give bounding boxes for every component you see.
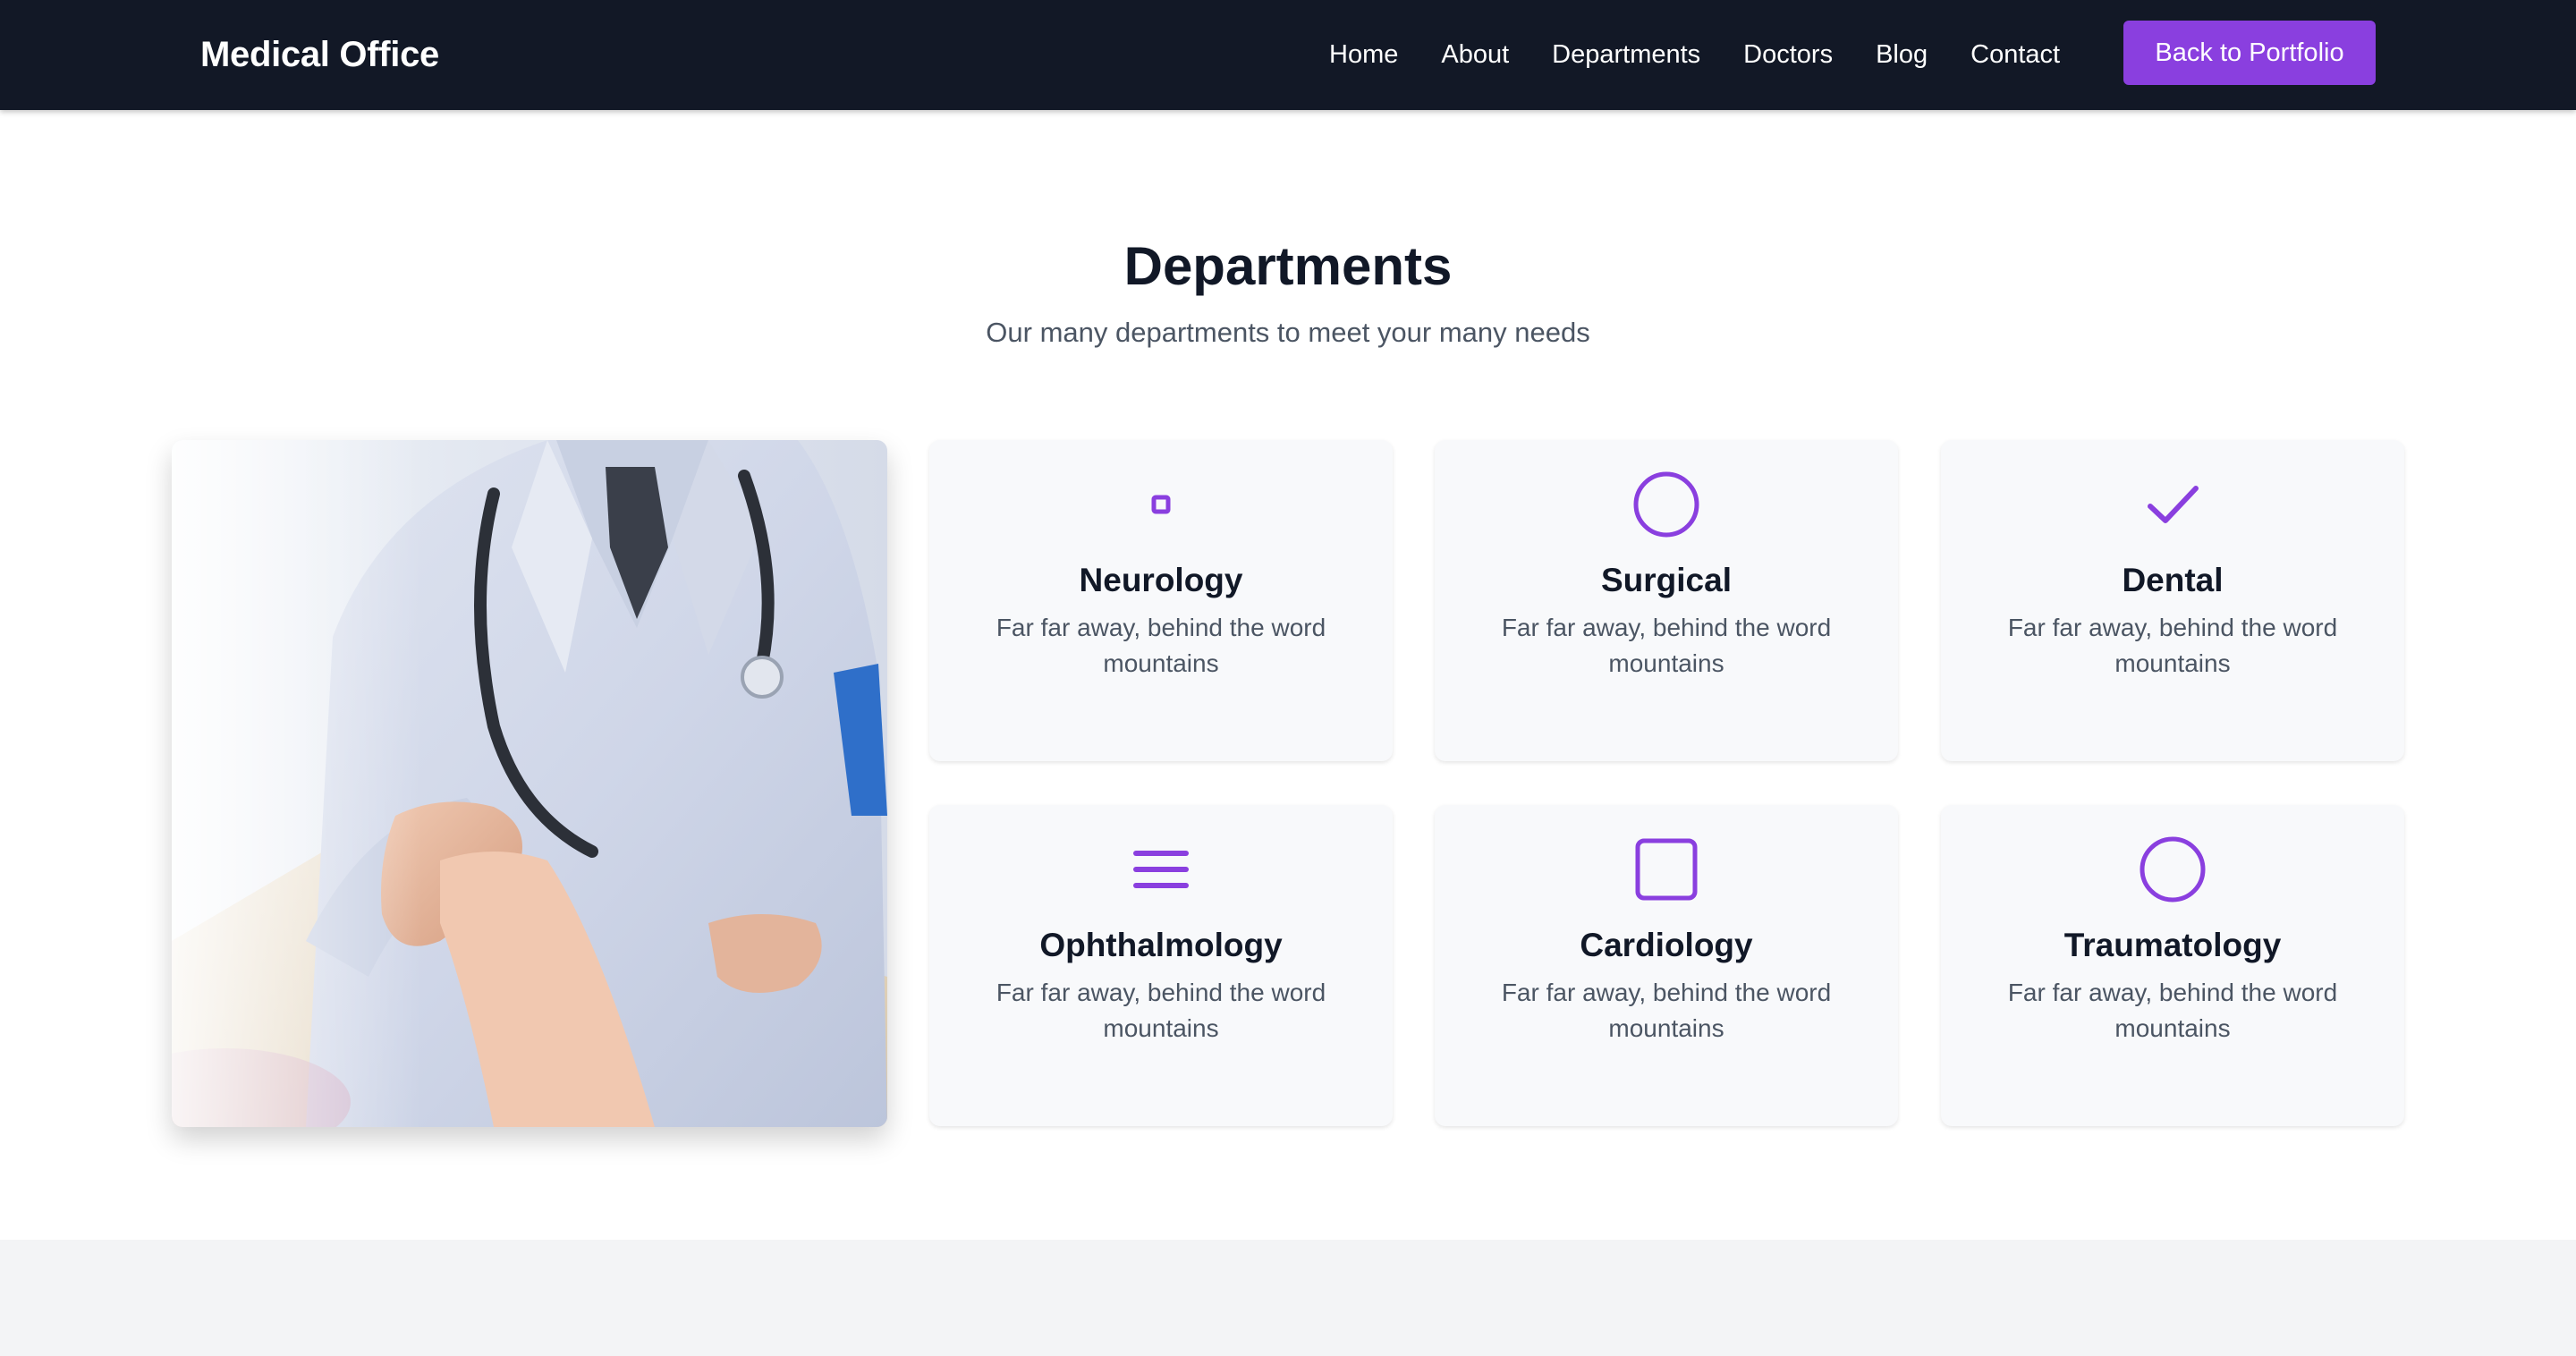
card-description: Far far away, behind the word mountains (996, 979, 1326, 1042)
section-subtitle: Our many departments to meet your many n… (986, 317, 1590, 348)
nav-link-contact[interactable]: Contact (1970, 34, 2060, 75)
small-square-icon (1151, 495, 1171, 514)
circle-icon (2140, 836, 2206, 903)
card-description: Far far away, behind the word mountains (1501, 614, 1832, 677)
doctor-handshake-illustration (172, 440, 887, 1127)
card-title: Cardiology (1580, 927, 1753, 963)
nav-link-home[interactable]: Home (1329, 34, 1398, 75)
card-title: Traumatology (2063, 927, 2282, 963)
department-card-neurology[interactable]: Neurology Far far away, behind the word … (929, 440, 1393, 761)
footer-section-background (0, 1240, 2576, 1356)
department-card-dental[interactable]: Dental Far far away, behind the word mou… (1941, 440, 2404, 761)
card-description: Far far away, behind the word mountains (1501, 979, 1832, 1042)
card-title: Neurology (1079, 562, 1243, 598)
card-description: Far far away, behind the word mountains (2007, 979, 2338, 1042)
department-card-traumatology[interactable]: Traumatology Far far away, behind the wo… (1941, 805, 2404, 1126)
card-description: Far far away, behind the word mountains (996, 614, 1326, 677)
department-card-cardiology[interactable]: Cardiology Far far away, behind the word… (1435, 805, 1898, 1126)
rounded-square-icon (1635, 838, 1698, 901)
nav-link-about[interactable]: About (1441, 34, 1509, 75)
card-description: Far far away, behind the word mountains (2007, 614, 2338, 677)
card-title: Surgical (1601, 562, 1732, 598)
card-title: Ophthalmology (1039, 927, 1283, 963)
checkmark-icon (2148, 486, 2199, 523)
nav-link-doctors[interactable]: Doctors (1743, 34, 1833, 75)
back-to-portfolio-button[interactable]: Back to Portfolio (2123, 21, 2376, 85)
department-card-surgical[interactable]: Surgical Far far away, behind the word m… (1435, 440, 1898, 761)
circle-icon (1633, 471, 1699, 538)
top-navbar: Medical Office Home About Departments Do… (0, 0, 2576, 110)
department-card-ophthalmology[interactable]: Ophthalmology Far far away, behind the w… (929, 805, 1393, 1126)
nav-links: Home About Departments Doctors Blog Cont… (1329, 34, 2060, 75)
nav-link-blog[interactable]: Blog (1876, 34, 1928, 75)
nav-link-departments[interactable]: Departments (1552, 34, 1700, 75)
doctor-handshake-photo (172, 440, 887, 1127)
section-title: Departments (1123, 236, 1453, 296)
card-title: Dental (2122, 562, 2224, 598)
brand-logo-text[interactable]: Medical Office (200, 32, 439, 77)
menu-icon (1133, 851, 1189, 888)
